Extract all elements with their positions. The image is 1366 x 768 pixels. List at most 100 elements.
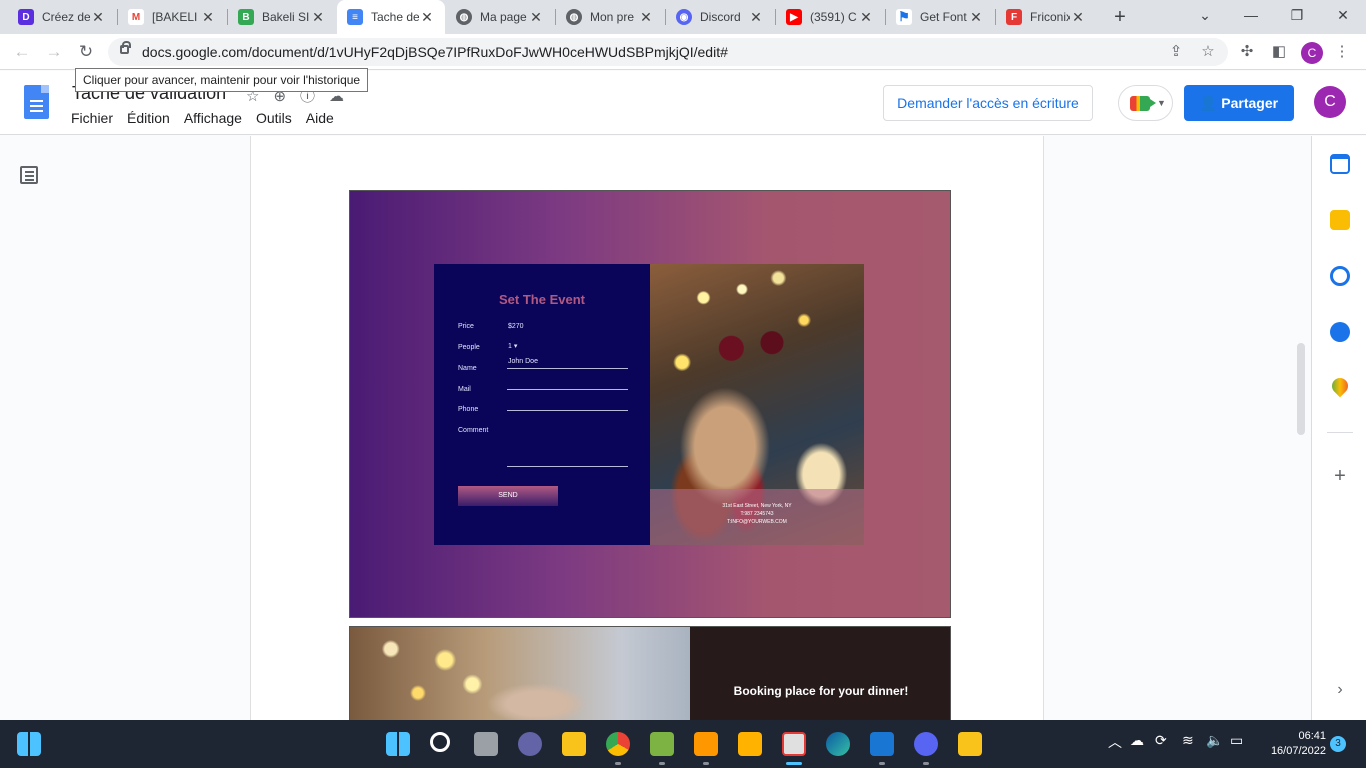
discord-taskbar-icon[interactable] bbox=[914, 732, 938, 756]
price-value: $270 bbox=[508, 323, 524, 330]
menu-icon[interactable]: ⋮ bbox=[1332, 42, 1352, 62]
share-button[interactable]: 👤 Partager bbox=[1184, 85, 1294, 121]
lock-icon bbox=[120, 41, 131, 54]
back-icon[interactable]: ← bbox=[10, 40, 34, 64]
window-close-button[interactable]: ✕ bbox=[1320, 0, 1366, 30]
close-icon[interactable]: ✕ bbox=[310, 9, 326, 26]
document-outline-icon[interactable] bbox=[20, 166, 38, 184]
sublime-text-icon[interactable] bbox=[694, 732, 718, 756]
send-button: SEND bbox=[458, 486, 558, 506]
folder-app-icon[interactable] bbox=[958, 732, 982, 756]
calendar-icon[interactable] bbox=[1330, 154, 1350, 174]
active-indicator bbox=[786, 762, 802, 765]
browser-profile-avatar[interactable]: C bbox=[1301, 42, 1323, 64]
tab-title: [BAKELI bbox=[152, 10, 198, 24]
reload-icon[interactable]: ↻ bbox=[74, 40, 98, 64]
vertical-scrollbar[interactable] bbox=[1297, 343, 1305, 435]
account-avatar[interactable]: C bbox=[1314, 86, 1346, 118]
hexagon-app-icon[interactable] bbox=[738, 732, 762, 756]
tab-9[interactable]: F Friconix ✕ bbox=[996, 0, 1096, 34]
tab-3-active[interactable]: ≡ Tache de ✕ bbox=[337, 0, 445, 34]
tab-6[interactable]: ◉ Discord ✕ bbox=[666, 0, 774, 34]
task-view-icon[interactable] bbox=[474, 732, 498, 756]
windows-logo-icon[interactable] bbox=[386, 732, 410, 756]
add-addon-icon[interactable]: + bbox=[1330, 465, 1350, 488]
search-icon[interactable] bbox=[430, 732, 450, 752]
tab-4[interactable]: ◍ Ma page ✕ bbox=[446, 0, 554, 34]
tab-5[interactable]: ◍ Mon pre ✕ bbox=[556, 0, 664, 34]
side-panel-icon[interactable]: ◧ bbox=[1269, 42, 1289, 62]
spreadsheet-app-icon[interactable] bbox=[650, 732, 674, 756]
chrome-icon[interactable] bbox=[606, 732, 630, 756]
clock-time: 06:41 bbox=[1298, 730, 1326, 742]
request-edit-access-button[interactable]: Demander l'accès en écriture bbox=[883, 85, 1093, 121]
menu-edition[interactable]: Édition bbox=[127, 110, 170, 126]
restore-button[interactable]: ❐ bbox=[1274, 0, 1320, 30]
bakeli-icon: B bbox=[238, 9, 254, 25]
notification-badge[interactable]: 3 bbox=[1330, 736, 1346, 752]
address-line: 31st East Street, New York, NY bbox=[722, 503, 792, 509]
chevron-right-icon[interactable]: › bbox=[1330, 681, 1350, 699]
sync-icon[interactable]: ⟳ bbox=[1155, 732, 1167, 749]
tab-title: Tache de bbox=[371, 10, 419, 24]
tab-8[interactable]: ⚑ Get Font ✕ bbox=[886, 0, 994, 34]
file-explorer-icon[interactable] bbox=[562, 732, 586, 756]
keep-icon[interactable] bbox=[1330, 210, 1350, 230]
bookmark-star-icon[interactable]: ☆ bbox=[1198, 42, 1218, 62]
close-icon[interactable]: ✕ bbox=[748, 9, 764, 26]
minimize-button[interactable]: — bbox=[1228, 0, 1274, 30]
chevron-down-icon: ▼ bbox=[1157, 98, 1166, 108]
running-indicator bbox=[879, 762, 885, 765]
meet-button[interactable]: ▼ bbox=[1118, 85, 1173, 121]
mail-underline bbox=[507, 389, 628, 390]
close-icon[interactable]: ✕ bbox=[968, 9, 984, 26]
document-canvas[interactable]: Set The Event Price $270 People 1 ▾ Name… bbox=[0, 136, 1311, 720]
menu-outils[interactable]: Outils bbox=[256, 110, 292, 126]
close-icon[interactable]: ✕ bbox=[419, 9, 435, 26]
tab-search-icon[interactable]: ⌄ bbox=[1182, 0, 1228, 30]
tab-title: Bakeli SI bbox=[262, 10, 310, 24]
event-form-image[interactable]: Set The Event Price $270 People 1 ▾ Name… bbox=[349, 190, 951, 618]
new-tab-button[interactable]: + bbox=[1108, 5, 1132, 29]
edge-icon[interactable] bbox=[826, 732, 850, 756]
snipping-tool-icon[interactable] bbox=[782, 732, 806, 756]
clock-date: 16/07/2022 bbox=[1270, 745, 1326, 757]
url-text[interactable]: docs.google.com/document/d/1vUHyF2qDjBSQ… bbox=[142, 44, 728, 60]
contact-footer: 31st East Street, New York, NY T:987 234… bbox=[650, 489, 864, 545]
close-icon[interactable]: ✕ bbox=[858, 9, 874, 26]
teams-chat-icon[interactable] bbox=[518, 732, 542, 756]
close-icon[interactable]: ✕ bbox=[1070, 9, 1086, 26]
globe-icon: ◍ bbox=[456, 9, 472, 25]
phone-label: Phone bbox=[458, 406, 479, 413]
tasks-icon[interactable] bbox=[1330, 266, 1350, 286]
address-bar[interactable]: docs.google.com/document/d/1vUHyF2qDjBSQ… bbox=[108, 38, 1228, 66]
close-icon[interactable]: ✕ bbox=[90, 9, 106, 26]
close-icon[interactable]: ✕ bbox=[528, 9, 544, 26]
menu-affichage[interactable]: Affichage bbox=[184, 110, 242, 126]
wifi-icon[interactable]: ≋ bbox=[1182, 732, 1194, 749]
clock[interactable]: 06:41 16/07/2022 bbox=[1258, 729, 1326, 759]
contacts-icon[interactable] bbox=[1330, 322, 1350, 342]
booking-banner-image[interactable]: Booking place for your dinner! bbox=[349, 626, 951, 720]
media-player-icon[interactable] bbox=[870, 732, 894, 756]
google-meet-icon bbox=[1130, 96, 1156, 111]
google-docs-logo-icon[interactable] bbox=[24, 85, 49, 119]
close-icon[interactable]: ✕ bbox=[200, 9, 216, 26]
tab-7[interactable]: ▶ (3591) C ✕ bbox=[776, 0, 884, 34]
volume-icon[interactable]: 🔈 bbox=[1206, 732, 1223, 749]
menu-fichier[interactable]: Fichier bbox=[71, 110, 113, 126]
show-hidden-icons[interactable]: ︿ bbox=[1108, 732, 1122, 752]
share-page-icon[interactable]: ⇪ bbox=[1166, 42, 1186, 62]
maps-icon[interactable] bbox=[1328, 374, 1352, 398]
tab-0[interactable]: D Créez de ✕ bbox=[8, 0, 116, 34]
tab-1[interactable]: M [BAKELI ✕ bbox=[118, 0, 226, 34]
forward-icon[interactable]: → bbox=[42, 40, 66, 64]
battery-icon[interactable]: ▭ bbox=[1230, 732, 1243, 749]
extensions-icon[interactable]: ✣ bbox=[1237, 42, 1257, 62]
close-icon[interactable]: ✕ bbox=[638, 9, 654, 26]
side-panel-divider bbox=[1327, 432, 1353, 433]
onedrive-icon[interactable]: ☁ bbox=[1130, 732, 1144, 749]
tab-2[interactable]: B Bakeli SI ✕ bbox=[228, 0, 336, 34]
menu-aide[interactable]: Aide bbox=[306, 110, 334, 126]
start-menu-icon[interactable] bbox=[17, 732, 41, 756]
